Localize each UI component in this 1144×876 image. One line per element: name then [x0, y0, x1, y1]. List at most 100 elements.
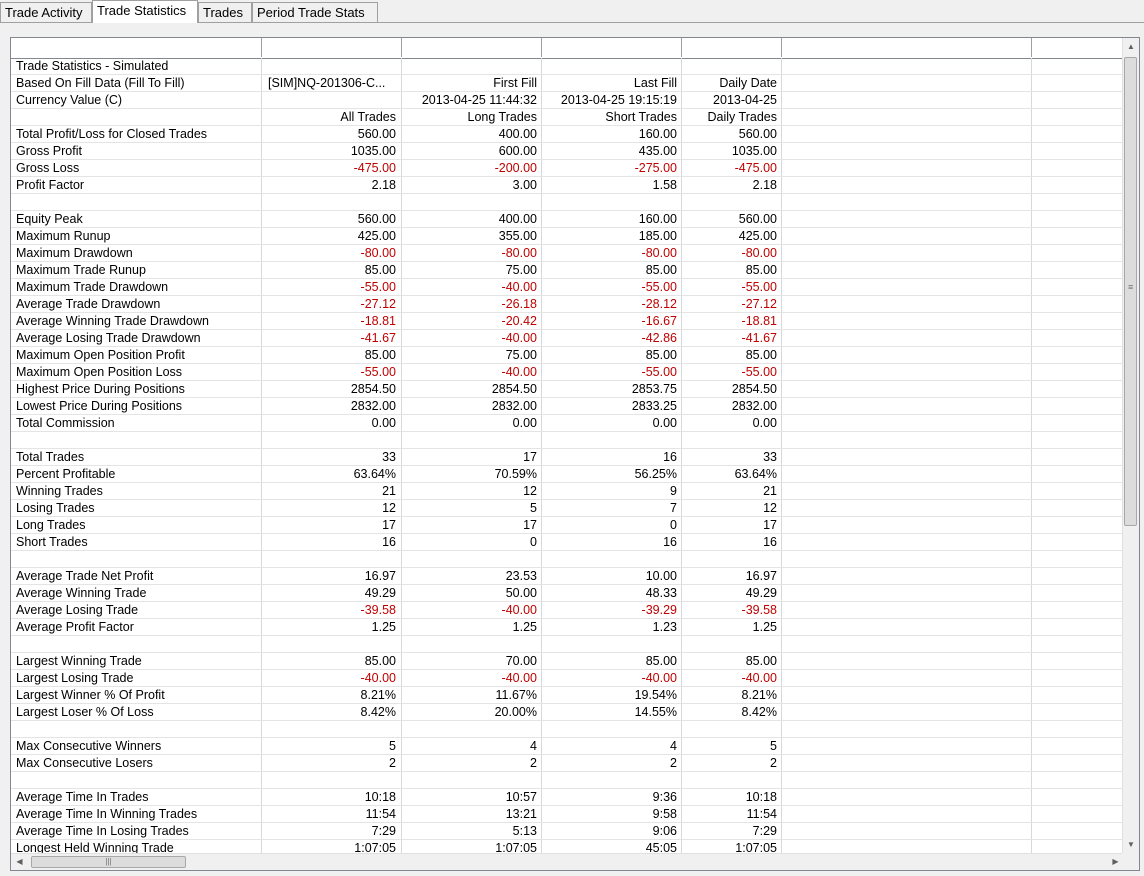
stat-value: 75.00 — [505, 263, 537, 277]
table-row[interactable]: Max Consecutive Losers 2 2 2 2 — [11, 755, 1124, 772]
stat-label: Maximum Runup — [16, 229, 111, 243]
stat-value — [261, 551, 396, 568]
tab-period-trade-stats[interactable]: Period Trade Stats — [252, 2, 378, 22]
table-row[interactable]: Largest Losing Trade -40.00 -40.00 -40.00 -4… — [11, 670, 1124, 687]
table-row[interactable] — [11, 551, 1124, 568]
table-row[interactable]: Max Consecutive Winners 5 4 4 5 — [11, 738, 1124, 755]
stat-value: 85.00 — [364, 263, 396, 277]
table-row[interactable]: All Trades Long Trades Short Trades Daily T… — [11, 109, 1124, 126]
scroll-up-arrow-icon[interactable]: ▲ — [1123, 38, 1139, 55]
column-header-2[interactable] — [402, 38, 542, 57]
stat-value: 2 — [530, 756, 537, 770]
stat-value — [401, 194, 537, 211]
table-row[interactable]: Short Trades 16 0 16 16 — [11, 534, 1124, 551]
table-row[interactable]: Maximum Drawdown -80.00 -80.00 -80.00 -80.00 — [11, 245, 1124, 262]
vertical-scrollbar[interactable]: ▲ ≡ ▼ — [1122, 38, 1139, 853]
table-row[interactable]: Lowest Price During Positions 2832.00 2832… — [11, 398, 1124, 415]
stat-value: -200.00 — [494, 161, 537, 175]
scroll-left-arrow-icon[interactable]: ◀ — [11, 854, 28, 870]
table-row[interactable]: Total Commission 0.00 0.00 0.00 0.00 — [11, 415, 1124, 432]
table-row[interactable]: Percent Profitable 63.64% 70.59% 56.25% 63.6… — [11, 466, 1124, 483]
table-row[interactable] — [11, 721, 1124, 738]
stat-value: 11.67% — [495, 688, 537, 702]
table-row[interactable]: Maximum Open Position Profit 85.00 75.00 85… — [11, 347, 1124, 364]
column-header-4[interactable] — [682, 38, 782, 57]
tab-trade-activity[interactable]: Trade Activity — [0, 2, 92, 22]
stat-value — [541, 432, 677, 449]
stat-value: Long Trades — [467, 110, 538, 124]
table-row[interactable] — [11, 432, 1124, 449]
stat-label: Profit Factor — [16, 178, 85, 192]
table-row[interactable]: Average Trade Net Profit 16.97 23.53 10.00 1… — [11, 568, 1124, 585]
stat-value: 1.25 — [752, 620, 777, 634]
table-row[interactable]: Largest Winning Trade 85.00 70.00 85.00 85.0… — [11, 653, 1124, 670]
table-row[interactable]: Long Trades 17 17 0 17 — [11, 517, 1124, 534]
table-row[interactable]: Maximum Open Position Loss -55.00 -40.00 -5… — [11, 364, 1124, 381]
table-row[interactable]: Total Profit/Loss for Closed Trades 560.0… — [11, 126, 1124, 143]
stat-label — [16, 109, 261, 126]
column-header-3[interactable] — [542, 38, 682, 57]
table-row[interactable]: Average Trade Drawdown -27.12 -26.18 -28.12… — [11, 296, 1124, 313]
stat-value: 10:18 — [364, 790, 396, 804]
stat-value: 560.00 — [357, 212, 396, 226]
column-header-6[interactable] — [1032, 38, 1124, 57]
table-row[interactable]: Currency Value (C) 2013-04-25 11:44:32 201… — [11, 92, 1124, 109]
table-row[interactable]: Maximum Runup 425.00 355.00 185.00 425.00 — [11, 228, 1124, 245]
table-row[interactable] — [11, 194, 1124, 211]
column-header-1[interactable] — [262, 38, 402, 57]
table-row[interactable]: Based On Fill Data (Fill To Fill) [SIM]NQ… — [11, 75, 1124, 92]
stat-value: 12 — [763, 501, 777, 515]
stat-label — [16, 721, 261, 738]
table-row[interactable]: Gross Profit 1035.00 600.00 435.00 1035.00 — [11, 143, 1124, 160]
stat-value: 56.25% — [634, 467, 677, 481]
column-header-label[interactable] — [11, 38, 262, 57]
table-row[interactable] — [11, 636, 1124, 653]
tab-trades[interactable]: Trades — [198, 2, 252, 22]
table-row[interactable]: Total Trades 33 17 16 33 — [11, 449, 1124, 466]
column-header-5[interactable] — [782, 38, 1032, 57]
vertical-scroll-thumb[interactable]: ≡ — [1124, 57, 1137, 526]
stat-value — [681, 636, 777, 653]
stat-value: 0.00 — [752, 416, 777, 430]
table-row[interactable]: Average Time In Losing Trades 7:29 5:13 9:0… — [11, 823, 1124, 840]
table-row[interactable]: Gross Loss -475.00 -200.00 -275.00 -475.00 — [11, 160, 1124, 177]
table-row[interactable]: Average Time In Winning Trades 11:54 13:21… — [11, 806, 1124, 823]
table-row[interactable]: Winning Trades 21 12 9 21 — [11, 483, 1124, 500]
table-row[interactable]: Losing Trades 12 5 7 12 — [11, 500, 1124, 517]
table-row[interactable]: Profit Factor 2.18 3.00 1.58 2.18 — [11, 177, 1124, 194]
stat-value: 21 — [763, 484, 777, 498]
table-row[interactable]: Trade Statistics - Simulated — [11, 58, 1124, 75]
stat-value: 7:29 — [752, 824, 777, 838]
table-row[interactable]: Highest Price During Positions 2854.50 285… — [11, 381, 1124, 398]
table-row[interactable]: Average Winning Trade Drawdown -18.81 -20.… — [11, 313, 1124, 330]
table-row[interactable]: Average Losing Trade -39.58 -40.00 -39.29 -3… — [11, 602, 1124, 619]
stat-value: -41.67 — [360, 331, 396, 345]
horizontal-scroll-thumb[interactable]: ||| — [31, 856, 186, 868]
table-row[interactable]: Average Time In Trades 10:18 10:57 9:36 10:1… — [11, 789, 1124, 806]
table-row[interactable]: Average Winning Trade 49.29 50.00 48.33 49.2… — [11, 585, 1124, 602]
scroll-down-arrow-icon[interactable]: ▼ — [1123, 836, 1139, 853]
table-row[interactable]: Longest Held Winning Trade 1:07:05 1:07:05… — [11, 840, 1124, 853]
table-row[interactable]: Equity Peak 560.00 400.00 160.00 560.00 — [11, 211, 1124, 228]
stat-value: 560.00 — [738, 212, 777, 226]
table-row[interactable]: Largest Winner % Of Profit 8.21% 11.67% 19.… — [11, 687, 1124, 704]
stat-value: -475.00 — [734, 161, 777, 175]
grip-icon: ≡ — [1128, 282, 1134, 292]
table-row[interactable]: Average Losing Trade Drawdown -41.67 -40.0… — [11, 330, 1124, 347]
table-row[interactable]: Maximum Trade Runup 85.00 75.00 85.00 85.00 — [11, 262, 1124, 279]
stat-value: -40.00 — [501, 280, 537, 294]
table-row[interactable]: Average Profit Factor 1.25 1.25 1.23 1.25 — [11, 619, 1124, 636]
horizontal-scrollbar[interactable]: ◀ ||| ▶ — [11, 853, 1124, 870]
table-row[interactable] — [11, 772, 1124, 789]
stat-value: 10:57 — [505, 790, 537, 804]
tab-trade-statistics[interactable]: Trade Statistics — [92, 0, 198, 23]
table-row[interactable]: Largest Loser % Of Loss 8.42% 20.00% 14.55%… — [11, 704, 1124, 721]
stat-value — [401, 721, 537, 738]
stat-value: 14.55% — [634, 705, 677, 719]
stat-value: 2854.50 — [350, 382, 396, 396]
stat-value: -39.29 — [641, 603, 677, 617]
stat-value: 4 — [530, 739, 537, 753]
table-row[interactable]: Maximum Trade Drawdown -55.00 -40.00 -55.00… — [11, 279, 1124, 296]
stat-rows: Trade Statistics - Simulated Based On Fil… — [11, 58, 1124, 853]
stat-label: Largest Losing Trade — [16, 671, 134, 685]
